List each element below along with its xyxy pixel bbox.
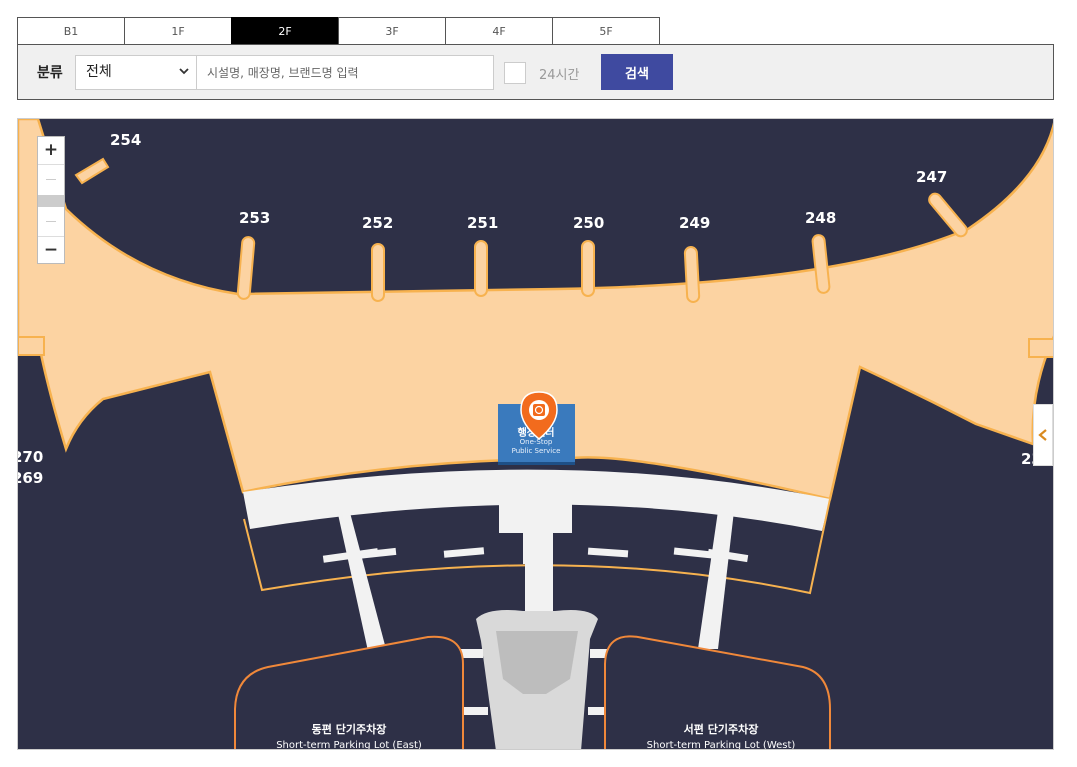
service-english-label-1: One-Stop (520, 438, 553, 446)
gate-label-252: 252 (362, 214, 393, 232)
tab-floor-3f[interactable]: 3F (338, 17, 446, 45)
tab-floor-4f[interactable]: 4F (445, 17, 553, 45)
24h-checkbox-label: 24시간 (539, 68, 580, 83)
tab-floor-1f[interactable]: 1F (124, 17, 232, 45)
parking-east-english: Short-term Parking Lot (East) (276, 740, 422, 750)
gate-label-254: 254 (110, 131, 141, 149)
zoom-tick (46, 179, 56, 180)
parking-west-english: Short-term Parking Lot (West) (647, 740, 796, 750)
service-english-label-2: Public Service (512, 447, 561, 455)
filter-bar: 분류 전체 24시간 검색 (17, 44, 1054, 100)
chevron-left-icon (1038, 429, 1047, 441)
tab-floor-2f[interactable]: 2F (231, 17, 339, 45)
search-input[interactable] (196, 55, 494, 90)
service-box-shadow (498, 462, 575, 465)
zoom-slider-handle[interactable] (38, 195, 64, 207)
zoom-out-button[interactable]: − (38, 237, 64, 263)
zoom-control: + − (37, 136, 65, 264)
gate-label-247: 247 (916, 168, 947, 186)
category-select[interactable]: 전체 (75, 55, 197, 90)
gate-label-249: 249 (679, 214, 710, 232)
gate-label-251: 251 (467, 214, 498, 232)
parking-east-korean: 동편 단기주차장 (312, 722, 387, 736)
floor-tabs: B1 1F 2F 3F 4F 5F (17, 17, 660, 45)
side-panel-toggle[interactable] (1033, 404, 1053, 466)
gate-label-250: 250 (573, 214, 604, 232)
gate-label-270: 270 (18, 448, 43, 466)
zoom-in-button[interactable]: + (38, 137, 64, 163)
gate-label-269: 269 (18, 469, 43, 487)
category-value: 전체 (86, 64, 112, 80)
filter-label: 분류 (37, 65, 63, 81)
gate-label-253: 253 (239, 209, 270, 227)
zoom-slider-track[interactable] (38, 164, 64, 237)
tab-floor-5f[interactable]: 5F (552, 17, 660, 45)
search-button[interactable]: 검색 (601, 54, 673, 90)
24h-checkbox[interactable] (504, 62, 526, 84)
terminal-map[interactable]: 254 253 252 251 250 249 248 247 270 269 … (18, 119, 1054, 750)
road-block (499, 499, 572, 533)
parking-west-korean: 서편 단기주차장 (684, 722, 759, 736)
chevron-down-icon (179, 68, 189, 75)
gate-label-248: 248 (805, 209, 836, 227)
map-viewport[interactable]: 254 253 252 251 250 249 248 247 270 269 … (17, 118, 1054, 750)
tab-floor-b1[interactable]: B1 (17, 17, 125, 45)
zoom-tick (46, 221, 56, 222)
